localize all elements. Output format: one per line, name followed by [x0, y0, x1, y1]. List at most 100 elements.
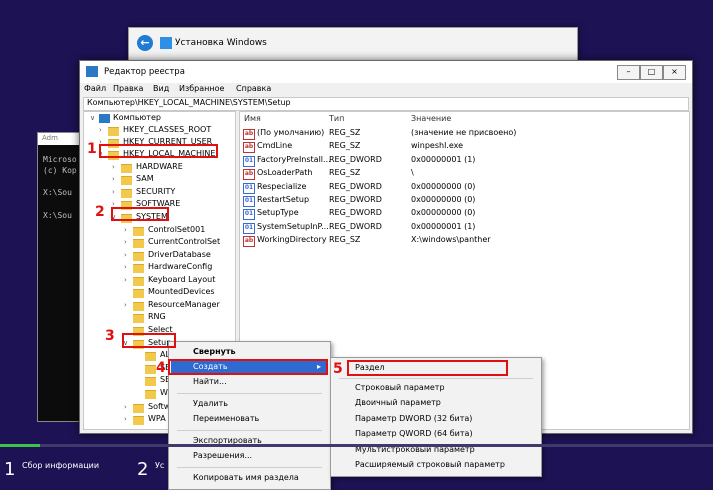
menu-item-label: Параметр DWORD (32 бита): [355, 414, 473, 423]
value-data-cell: (значение не присвоено): [411, 128, 517, 137]
value-data-cell: 0x00000001 (1): [411, 154, 476, 164]
tree-item-security[interactable]: SECURITY: [136, 187, 175, 196]
tree-item-hkcr[interactable]: HKEY_CLASSES_ROOT: [123, 125, 211, 134]
menu-favorites[interactable]: Избранное: [179, 84, 224, 93]
menu-item-copy-key-name[interactable]: Копировать имя раздела: [169, 473, 330, 485]
folder-icon: [133, 277, 144, 286]
menu-edit[interactable]: Правка: [113, 84, 143, 93]
maximize-button[interactable]: □: [640, 65, 663, 80]
chevron-right-icon[interactable]: ›: [112, 163, 115, 171]
tree-item-hardwareconfig[interactable]: HardwareConfig: [148, 262, 212, 271]
string-value-icon: ab: [243, 142, 255, 154]
column-header-name[interactable]: Имя: [244, 114, 261, 123]
column-header-value[interactable]: Значение: [411, 114, 451, 123]
value-name-cell[interactable]: FactoryPreInstall...: [257, 155, 331, 164]
value-name-cell[interactable]: WorkingDirectory: [257, 235, 327, 244]
tree-item-computer[interactable]: Компьютер: [113, 113, 161, 122]
menu-item-rename[interactable]: Переименовать: [169, 414, 330, 426]
menu-bar: Файл Правка Вид Избранное Справка: [80, 83, 692, 97]
binary-value-icon: 01: [243, 182, 255, 194]
console-line: X:\Sou: [43, 211, 72, 220]
step-1-label: Сбор информации: [22, 461, 100, 470]
highlight-box-key: [347, 360, 508, 376]
folder-icon: [133, 264, 144, 273]
chevron-right-icon[interactable]: ›: [124, 301, 127, 309]
menu-item-delete[interactable]: Удалить: [169, 399, 330, 411]
submenu-item-expandable-string[interactable]: Расширяемый строковый параметр: [331, 460, 541, 472]
string-value-icon: ab: [243, 236, 255, 248]
chevron-right-icon[interactable]: ›: [99, 126, 102, 134]
chevron-right-icon[interactable]: ›: [112, 175, 115, 183]
chevron-right-icon[interactable]: ›: [124, 403, 127, 411]
menu-separator: [177, 430, 322, 431]
menu-help[interactable]: Справка: [236, 84, 271, 93]
chevron-right-icon[interactable]: ›: [112, 188, 115, 196]
string-value-icon: ab: [243, 169, 255, 181]
menu-item-label: Параметр QWORD (64 бита): [355, 429, 473, 438]
chevron-right-icon[interactable]: ›: [124, 415, 127, 423]
column-header-type[interactable]: Тип: [329, 114, 344, 123]
value-name-cell[interactable]: CmdLine: [257, 141, 292, 150]
chevron-right-icon[interactable]: ›: [124, 238, 127, 246]
close-button[interactable]: ×: [663, 65, 686, 80]
back-arrow-icon[interactable]: ←: [137, 35, 153, 51]
console-line: Microso: [43, 155, 77, 164]
value-data-cell: 0x00000000 (0): [411, 195, 476, 204]
value-name-cell[interactable]: Respecialize: [257, 182, 306, 191]
value-data-cell: winpeshl.exe: [411, 141, 464, 151]
value-name-cell[interactable]: OsLoaderPath: [257, 168, 312, 177]
menu-item-find[interactable]: Найти...: [169, 377, 330, 389]
menu-item-label: Найти...: [193, 377, 227, 386]
tree-item-wpa[interactable]: WPA: [148, 414, 166, 423]
chevron-right-icon[interactable]: ›: [124, 263, 127, 271]
value-type-cell: REG_SZ: [329, 168, 361, 178]
menu-item-permissions[interactable]: Разрешения...: [169, 451, 330, 463]
value-name-cell[interactable]: RestartSetup: [257, 195, 309, 204]
console-line: X:\Sou: [43, 188, 72, 197]
value-name-cell[interactable]: SetupType: [257, 208, 299, 217]
tree-item-controlset001[interactable]: ControlSet001: [148, 225, 205, 234]
menu-item-collapse[interactable]: Свернуть: [169, 347, 330, 359]
submenu-item-binary[interactable]: Двоичный параметр: [331, 398, 541, 410]
tree-item-driverdatabase[interactable]: DriverDatabase: [148, 250, 211, 259]
tree-item-mounteddevices[interactable]: MountedDevices: [148, 287, 215, 296]
tree-item-rng[interactable]: RNG: [148, 312, 166, 321]
binary-value-icon: 01: [243, 209, 255, 221]
step-number-1: 1: [87, 141, 97, 157]
step-2-label: Ус: [155, 461, 165, 470]
menu-file[interactable]: Файл: [84, 84, 106, 93]
submenu-item-qword[interactable]: Параметр QWORD (64 бита): [331, 429, 541, 441]
tree-item-resourcemanager[interactable]: ResourceManager: [148, 300, 220, 309]
highlight-box-hklm: [99, 144, 218, 158]
value-data-cell: \: [411, 168, 414, 178]
value-name-cell[interactable]: SystemSetupInP...: [257, 222, 329, 231]
submenu-item-dword[interactable]: Параметр DWORD (32 бита): [331, 414, 541, 426]
tree-item-currentcontrolset[interactable]: CurrentControlSet: [148, 237, 220, 246]
value-type-cell: REG_DWORD: [329, 208, 382, 218]
address-bar[interactable]: Компьютер\HKEY_LOCAL_MACHINE\SYSTEM\Setu…: [83, 97, 689, 111]
submenu-item-string[interactable]: Строковый параметр: [331, 383, 541, 395]
step-number-5: 5: [333, 361, 343, 377]
chevron-right-icon[interactable]: ›: [124, 226, 127, 234]
value-name-cell[interactable]: (По умолчанию): [257, 128, 324, 137]
tree-item-software-sub[interactable]: Softw: [148, 402, 170, 411]
value-data-cell: 0x00000000 (0): [411, 181, 476, 191]
tree-item-keyboard-layout[interactable]: Keyboard Layout: [148, 275, 215, 284]
value-type-cell: REG_DWORD: [329, 154, 382, 164]
menu-view[interactable]: Вид: [153, 84, 169, 93]
tree-item-sam[interactable]: SAM: [136, 174, 154, 183]
minimize-button[interactable]: –: [617, 65, 640, 80]
folder-icon: [145, 390, 156, 399]
regedit-icon: [86, 66, 98, 77]
chevron-down-icon[interactable]: ∨: [90, 114, 95, 122]
chevron-right-icon[interactable]: ›: [124, 251, 127, 259]
chevron-right-icon[interactable]: ›: [124, 276, 127, 284]
folder-icon: [121, 189, 132, 198]
folder-icon: [133, 227, 144, 236]
console-line: (c) Кор: [43, 166, 77, 175]
step-2-number: 2: [137, 459, 149, 480]
tree-item-setup-child[interactable]: W: [160, 388, 168, 397]
value-type-cell: REG_SZ: [329, 235, 361, 245]
binary-value-icon: 01: [243, 196, 255, 207]
tree-item-hardware[interactable]: HARDWARE: [136, 162, 183, 171]
